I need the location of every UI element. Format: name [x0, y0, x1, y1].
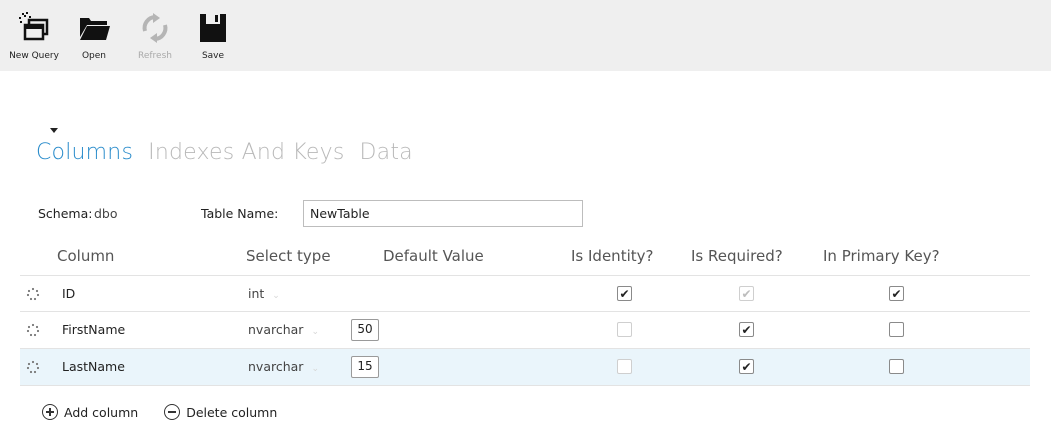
- type-select[interactable]: nvarchar ⌄: [248, 322, 319, 337]
- drag-handle-icon[interactable]: [26, 360, 40, 374]
- is-identity-checkbox[interactable]: [617, 322, 632, 337]
- chevron-down-icon: ⌄: [272, 291, 280, 301]
- new-query-label: New Query: [9, 51, 59, 61]
- add-column-button[interactable]: Add column: [42, 404, 138, 420]
- length-input[interactable]: 50: [351, 319, 379, 341]
- type-value: nvarchar: [248, 359, 304, 374]
- delete-column-label: Delete column: [186, 404, 278, 420]
- table-properties: Schema: dbo ⌄ Table Name:: [38, 200, 598, 228]
- chevron-down-icon: ⌄: [311, 327, 319, 337]
- save-label: Save: [201, 51, 225, 61]
- is-required-checkbox[interactable]: ✔: [739, 322, 754, 337]
- type-select[interactable]: int ⌄: [248, 286, 280, 301]
- open-button[interactable]: Open: [62, 8, 126, 61]
- columns-grid-header: Column Select type Default Value Is Iden…: [0, 243, 1051, 273]
- is-identity-checkbox[interactable]: ✔: [617, 286, 632, 301]
- header-is-identity: Is Identity?: [571, 247, 654, 265]
- in-primary-key-checkbox[interactable]: [889, 359, 904, 374]
- toolbar: New Query Open Refresh Save: [0, 0, 1051, 71]
- schema-label: Schema:: [38, 206, 93, 221]
- designer-tabs: Columns Indexes And Keys Data: [36, 140, 413, 165]
- type-value: nvarchar: [248, 322, 304, 337]
- column-name[interactable]: FirstName: [62, 322, 125, 337]
- plus-circle-icon: [42, 404, 58, 420]
- column-name[interactable]: LastName: [62, 359, 125, 374]
- folder-icon: [74, 8, 114, 48]
- refresh-button[interactable]: Refresh: [123, 8, 187, 61]
- is-required-checkbox: ✔: [739, 286, 754, 301]
- save-button[interactable]: Save: [181, 8, 245, 61]
- table-row[interactable]: FirstName nvarchar ⌄ 50 ✔: [20, 312, 1030, 349]
- type-value: int: [248, 286, 265, 301]
- in-primary-key-checkbox[interactable]: [889, 322, 904, 337]
- drag-handle-icon[interactable]: [26, 287, 40, 301]
- refresh-label: Refresh: [138, 51, 172, 61]
- add-column-label: Add column: [64, 404, 139, 420]
- header-select-type: Select type: [246, 247, 331, 265]
- table-row[interactable]: ID int ⌄ ✔ ✔ ✔: [20, 275, 1030, 312]
- header-column: Column: [57, 247, 115, 265]
- column-name[interactable]: ID: [62, 286, 75, 301]
- header-in-primary-key: In Primary Key?: [823, 247, 940, 265]
- table-name-input[interactable]: [303, 200, 583, 227]
- header-default-value: Default Value: [383, 247, 484, 265]
- minus-circle-icon: [164, 404, 181, 420]
- new-query-icon: [14, 8, 54, 48]
- type-select[interactable]: nvarchar ⌄: [248, 359, 319, 374]
- tab-indexes-and-keys[interactable]: Indexes And Keys: [148, 140, 344, 165]
- table-row[interactable]: LastName nvarchar ⌄ 15 ✔: [20, 349, 1030, 386]
- delete-column-button[interactable]: Delete column: [164, 404, 277, 420]
- column-actions: Add column Delete column: [42, 404, 277, 420]
- in-primary-key-checkbox[interactable]: ✔: [889, 286, 904, 301]
- is-identity-checkbox[interactable]: [617, 359, 632, 374]
- tab-columns[interactable]: Columns: [36, 140, 133, 165]
- floppy-disk-icon: [193, 8, 233, 48]
- refresh-icon: [135, 8, 175, 48]
- table-name-label: Table Name:: [201, 206, 279, 221]
- open-label: Open: [81, 51, 107, 61]
- tab-data[interactable]: Data: [360, 140, 413, 165]
- drag-handle-icon[interactable]: [26, 323, 40, 337]
- active-tab-indicator: [50, 128, 58, 133]
- is-required-checkbox[interactable]: ✔: [739, 359, 754, 374]
- chevron-down-icon: ⌄: [311, 364, 319, 374]
- length-input[interactable]: 15: [351, 356, 379, 378]
- new-query-button[interactable]: New Query: [2, 8, 66, 61]
- schema-value: dbo: [94, 206, 118, 221]
- header-is-required: Is Required?: [691, 247, 783, 265]
